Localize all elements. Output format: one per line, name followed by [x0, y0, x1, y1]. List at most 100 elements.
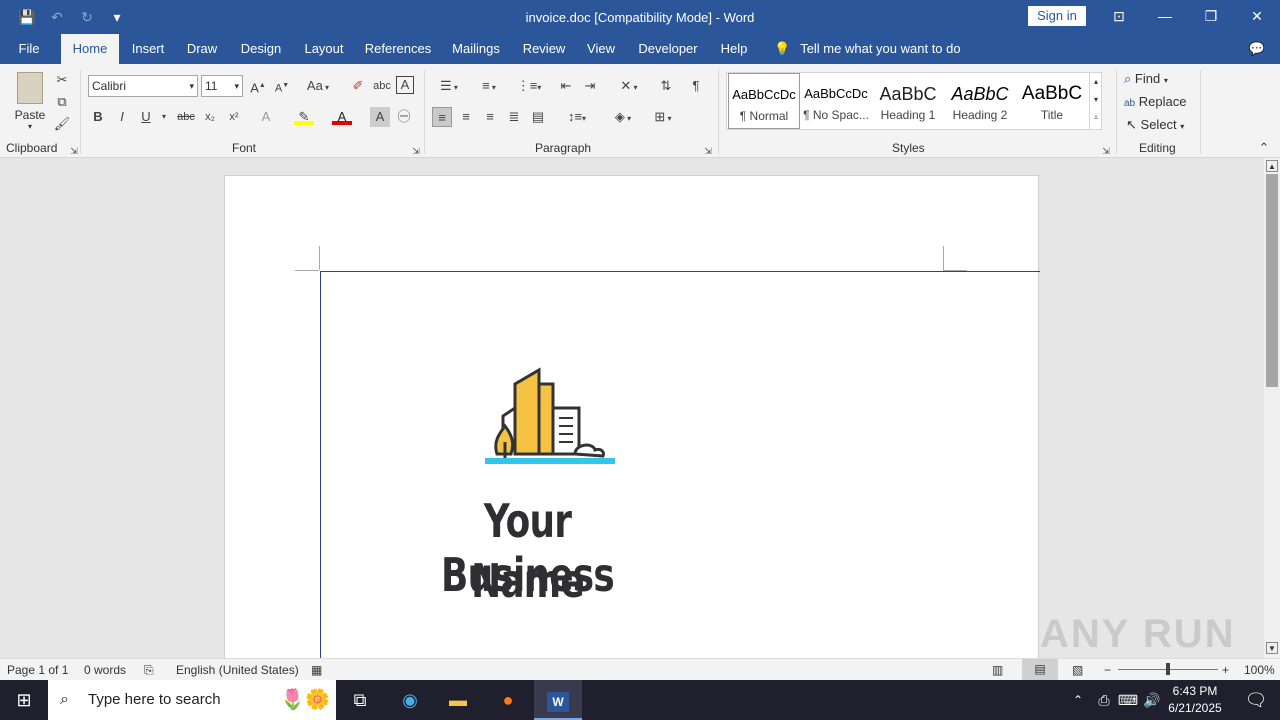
shrink-font-icon[interactable]: A▼ — [272, 76, 292, 96]
enclose-characters-icon[interactable]: ㊀ — [394, 107, 414, 127]
clear-formatting-icon[interactable]: ✐ — [348, 76, 368, 96]
minimize-button[interactable]: — — [1142, 0, 1188, 32]
font-size-box[interactable]: 11 ▾ — [201, 75, 243, 97]
distributed-icon[interactable]: ▤ — [528, 107, 548, 127]
superscript-icon[interactable]: x² — [224, 107, 244, 127]
document-page[interactable]: Your Business Name — [224, 175, 1040, 658]
asian-layout-icon[interactable]: ✕ ▾ — [612, 76, 646, 96]
align-right-icon[interactable]: ≡ — [480, 107, 500, 127]
close-button[interactable]: ✕ — [1234, 0, 1280, 32]
language[interactable]: English (United States) — [176, 663, 299, 677]
highlight-icon[interactable]: ✎ — [294, 107, 314, 125]
show-formatting-marks-icon[interactable]: ¶ — [686, 76, 706, 96]
taskbar-search[interactable]: ⌕ Type here to search 🌷🌼 — [48, 680, 336, 720]
scroll-thumb[interactable] — [1266, 174, 1278, 387]
align-left-icon[interactable]: ≡ — [432, 107, 452, 127]
zoom-in-icon[interactable]: + — [1222, 663, 1229, 677]
strikethrough-icon[interactable]: abc — [176, 107, 196, 127]
firefox-icon[interactable]: ● — [484, 680, 532, 720]
zoom-level[interactable]: 100% — [1244, 663, 1275, 677]
scroll-up-icon[interactable]: ▲ — [1266, 160, 1278, 172]
read-mode-icon[interactable]: ▥ — [992, 663, 1003, 677]
proofing-icon[interactable]: ⎘ — [144, 663, 154, 678]
task-view-icon[interactable]: ⧉ — [336, 680, 384, 720]
device-icon[interactable]: ⎙ — [1092, 680, 1116, 720]
italic-icon[interactable]: I — [112, 107, 132, 127]
cut-icon[interactable]: ✂ — [52, 70, 72, 90]
windows-start-icon[interactable]: ⊞ — [0, 680, 48, 720]
word-taskbar-icon[interactable]: W — [534, 680, 582, 720]
increase-indent-icon[interactable]: ⇥ — [580, 76, 600, 96]
styles-scroll[interactable]: ▴ ▾ ⩡ — [1089, 73, 1102, 129]
shading-icon[interactable]: ◈ ▾ — [606, 107, 640, 127]
vertical-scrollbar[interactable]: ▲ ▼ — [1264, 158, 1280, 658]
style-preview: AaBbCcDc — [732, 87, 796, 102]
network-icon[interactable]: ⌨ — [1116, 680, 1140, 720]
print-layout-icon[interactable]: ▤ — [1022, 659, 1058, 680]
underline-dropdown-icon[interactable]: ▾ — [154, 107, 174, 127]
scroll-down-icon[interactable]: ▼ — [1266, 642, 1278, 654]
notifications-icon[interactable]: 🗨 — [1232, 680, 1280, 720]
tab-file[interactable]: File — [8, 34, 50, 64]
bullets-icon[interactable]: ☰ ▾ — [432, 76, 466, 96]
style-heading-1[interactable]: AaBbC Heading 1 — [872, 73, 944, 129]
copy-icon[interactable]: ⧉ — [52, 92, 72, 112]
tab-draw[interactable]: Draw — [182, 34, 222, 64]
align-center-icon[interactable]: ≡ — [456, 107, 476, 127]
tab-layout[interactable]: Layout — [300, 34, 348, 64]
ribbon-display-options-icon[interactable]: ⊡ — [1096, 0, 1142, 32]
macro-recording-icon[interactable]: ▦ — [311, 663, 322, 677]
paste-button[interactable]: Paste ▾ — [10, 70, 50, 134]
style-normal[interactable]: AaBbCcDc ¶ Normal — [728, 73, 800, 129]
collapse-ribbon-icon[interactable]: ⌃ — [1254, 138, 1274, 158]
tab-design[interactable]: Design — [234, 34, 288, 64]
phonetic-guide-icon[interactable]: abc — [372, 76, 392, 96]
change-case-icon[interactable]: Aa ▾ — [302, 76, 334, 96]
tab-home[interactable]: Home — [61, 34, 119, 64]
text-effects-icon[interactable]: A — [256, 107, 276, 127]
grow-font-icon[interactable]: A▲ — [248, 76, 268, 96]
page-count[interactable]: Page 1 of 1 — [7, 663, 68, 677]
style-heading-2[interactable]: AaBbC Heading 2 — [944, 73, 1016, 129]
zoom-slider-thumb[interactable] — [1166, 663, 1170, 675]
underline-icon[interactable]: U — [136, 107, 156, 127]
word-count[interactable]: 0 words — [84, 663, 126, 677]
style-title[interactable]: AaBbC Title — [1016, 73, 1088, 129]
font-name-box[interactable]: Calibri ▾ — [88, 75, 198, 97]
find-button[interactable]: ⌕ Find ▾ — [1124, 70, 1168, 88]
tab-help[interactable]: Help — [716, 34, 752, 64]
tell-me-box[interactable]: 💡 Tell me what you want to do — [774, 34, 961, 64]
tab-review[interactable]: Review — [516, 34, 572, 64]
comments-icon[interactable]: 💬 — [1242, 34, 1272, 64]
edge-icon[interactable]: ◉ — [386, 680, 434, 720]
borders-icon[interactable]: ⊞ ▾ — [646, 107, 680, 127]
format-painter-icon[interactable]: 🖌 — [52, 114, 72, 134]
tab-developer[interactable]: Developer — [632, 34, 704, 64]
tab-view[interactable]: View — [584, 34, 618, 64]
character-shading-icon[interactable]: A — [370, 107, 390, 127]
zoom-out-icon[interactable]: − — [1104, 663, 1111, 677]
numbering-icon[interactable]: ≡ ▾ — [472, 76, 506, 96]
clock[interactable]: 6:43 PM 6/21/2025 — [1166, 683, 1224, 717]
volume-icon[interactable]: 🔊 — [1140, 680, 1164, 720]
file-explorer-icon[interactable]: ▬ — [434, 680, 482, 720]
tab-insert[interactable]: Insert — [126, 34, 170, 64]
decrease-indent-icon[interactable]: ⇤ — [556, 76, 576, 96]
web-layout-icon[interactable]: ▧ — [1072, 663, 1083, 677]
font-color-icon[interactable]: A — [332, 107, 352, 125]
restore-button[interactable]: ❐ — [1188, 0, 1234, 32]
select-button[interactable]: ↖ Select ▾ — [1126, 116, 1184, 134]
sort-icon[interactable]: ⇅ — [656, 76, 676, 96]
chevron-up-icon[interactable]: ⌃ — [1066, 680, 1090, 720]
tab-mailings[interactable]: Mailings — [448, 34, 504, 64]
tab-references[interactable]: References — [360, 34, 436, 64]
sign-in-button[interactable]: Sign in — [1028, 6, 1086, 26]
character-border-icon[interactable]: A — [396, 76, 414, 94]
multilevel-list-icon[interactable]: ⋮≡▾ — [512, 76, 546, 96]
bold-icon[interactable]: B — [88, 107, 108, 127]
line-spacing-icon[interactable]: ↕≡▾ — [560, 107, 594, 127]
style-no-spacing[interactable]: AaBbCcDc ¶ No Spac... — [800, 73, 872, 129]
subscript-icon[interactable]: x₂ — [200, 107, 220, 127]
justify-icon[interactable]: ≣ — [504, 107, 524, 127]
replace-button[interactable]: ab Replace — [1124, 93, 1186, 111]
